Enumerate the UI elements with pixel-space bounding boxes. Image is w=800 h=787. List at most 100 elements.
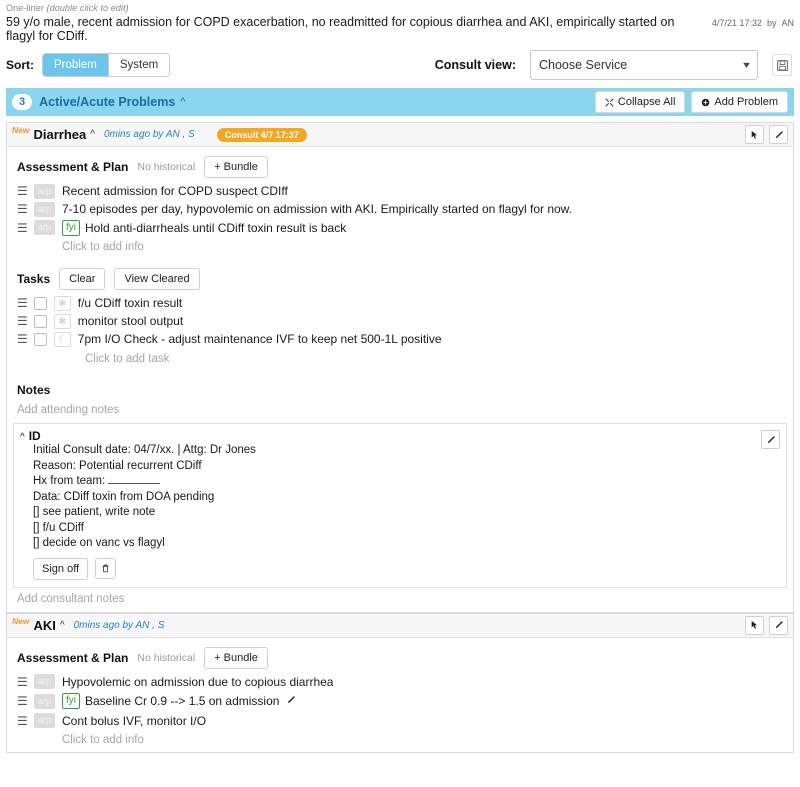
assessment-item-text[interactable]: Baseline Cr 0.9 --> 1.5 on admission xyxy=(85,694,279,708)
chevron-up-icon[interactable]: ^ xyxy=(180,96,185,108)
problem-header[interactable]: New AKI ^ 0mins ago by AN , S xyxy=(7,613,793,638)
add-bundle-button[interactable]: + Bundle xyxy=(204,156,268,178)
tasks-block: Tasks Clear View Cleared ☰ ✻ f/u CDiff t… xyxy=(7,259,793,370)
drag-handle-icon[interactable]: ☰ xyxy=(17,222,28,234)
drag-handle-icon[interactable]: ☰ xyxy=(17,185,28,197)
pointer-tool-button[interactable] xyxy=(745,125,764,144)
chevron-down-icon: ▾ xyxy=(743,59,750,71)
cursor-arrow-icon xyxy=(751,130,757,139)
problem-title: Diarrhea xyxy=(33,127,87,142)
assessment-item-text[interactable]: Recent admission for COPD suspect CDIff xyxy=(62,184,288,198)
add-info-hint[interactable]: Click to add info xyxy=(7,730,793,750)
task-text[interactable]: f/u CDiff toxin result xyxy=(78,296,182,310)
assessment-plan-title: Assessment & Plan xyxy=(17,650,129,665)
edit-problem-button[interactable] xyxy=(769,615,788,635)
one-liner-section: One-liner (double click to edit) 59 y/o … xyxy=(0,0,800,46)
view-cleared-button[interactable]: View Cleared xyxy=(114,268,200,290)
clear-tasks-button[interactable]: Clear xyxy=(59,268,106,290)
collapse-all-button[interactable]: Collapse All xyxy=(594,91,686,113)
consult-badge: Consult 4/7 17:37 xyxy=(216,127,307,142)
consult-service-select[interactable]: Choose Service ▾ xyxy=(530,50,758,80)
sun-icon: ✻ xyxy=(53,295,71,311)
assessment-item[interactable]: ☰ a/p fyi Hold anti-diarrheals until CDi… xyxy=(7,218,793,237)
drag-handle-icon[interactable]: ☰ xyxy=(17,203,28,215)
one-liner-row[interactable]: 59 y/o male, recent admission for COPD e… xyxy=(6,15,794,46)
add-attending-notes-hint[interactable]: Add attending notes xyxy=(7,399,793,421)
chevron-up-icon[interactable]: ^ xyxy=(60,620,65,631)
one-liner-label: One-liner (double click to edit) xyxy=(6,3,794,13)
edit-problem-button[interactable] xyxy=(769,125,788,144)
one-liner-by-label: by xyxy=(766,18,777,28)
ap-badge: a/p xyxy=(33,674,55,689)
drag-handle-icon[interactable]: ☰ xyxy=(17,297,28,309)
add-consultant-notes-hint[interactable]: Add consultant notes xyxy=(7,588,793,610)
drag-handle-icon[interactable]: ☰ xyxy=(17,333,28,345)
assessment-item[interactable]: ☰ a/p 7-10 episodes per day, hypovolemic… xyxy=(7,200,793,218)
task-text[interactable]: 7pm I/O Check - adjust maintenance IVF t… xyxy=(78,332,442,346)
edit-assessment-item-button[interactable] xyxy=(286,692,296,710)
add-bundle-button[interactable]: + Bundle xyxy=(204,646,268,669)
one-liner-text[interactable]: 59 y/o male, recent admission for COPD e… xyxy=(6,15,707,43)
drag-handle-icon[interactable]: ☰ xyxy=(17,695,28,707)
sun-icon: ✻ xyxy=(53,313,71,329)
assessment-item[interactable]: ☰ a/p Cont bolus IVF, monitor I/O xyxy=(7,712,793,730)
problem-meta: 0mins ago by AN , S xyxy=(73,619,165,631)
save-consult-button[interactable] xyxy=(772,54,792,76)
add-task-hint[interactable]: Click to add task xyxy=(7,348,793,368)
no-historical-label: No historical xyxy=(137,161,196,173)
add-info-hint[interactable]: Click to add info xyxy=(7,237,793,257)
tasks-header: Tasks Clear View Cleared xyxy=(7,266,793,294)
ap-badge: a/p xyxy=(33,713,55,728)
one-liner-timestamp: 4/7/21 17:32 xyxy=(711,18,762,28)
one-liner-label-text: One-liner xyxy=(6,3,47,13)
edit-note-button[interactable] xyxy=(761,430,780,449)
assessment-item[interactable]: ☰ a/p fyi Baseline Cr 0.9 --> 1.5 on adm… xyxy=(7,691,793,712)
drag-handle-icon[interactable]: ☰ xyxy=(17,315,28,327)
task-row[interactable]: ☰ ✻ f/u CDiff toxin result xyxy=(7,294,793,312)
note-line: [] f/u CDiff xyxy=(33,521,84,534)
blank-fill-line xyxy=(108,474,161,484)
assessment-plan-block: Assessment & Plan No historical + Bundle… xyxy=(7,638,793,752)
drag-handle-icon[interactable]: ☰ xyxy=(17,715,28,727)
sort-option-problem[interactable]: Problem xyxy=(43,54,109,76)
assessment-item-text[interactable]: Hold anti-diarrheals until CDiff toxin r… xyxy=(85,221,346,235)
collapse-arrows-icon xyxy=(605,97,614,107)
note-line: Initial Consult date: 04/7/xx. | Attg: D… xyxy=(33,444,256,456)
problem-title: AKI xyxy=(33,617,56,633)
problem-count-badge: 3 xyxy=(12,94,33,110)
note-card-title-row[interactable]: ^ ID xyxy=(20,429,780,443)
task-checkbox[interactable] xyxy=(33,296,47,310)
assessment-item[interactable]: ☰ a/p Hypovolemic on admission due to co… xyxy=(7,673,793,691)
task-checkbox[interactable] xyxy=(33,332,47,346)
sort-option-system[interactable]: System xyxy=(108,54,170,76)
assessment-plan-block: Assessment & Plan No historical + Bundle… xyxy=(7,147,793,259)
task-checkbox[interactable] xyxy=(33,314,47,328)
pencil-icon xyxy=(775,130,783,138)
assessment-item-text[interactable]: Cont bolus IVF, monitor I/O xyxy=(62,714,206,728)
ap-badge: a/p xyxy=(33,693,55,709)
ap-badge: a/p xyxy=(33,183,55,199)
new-badge: New xyxy=(12,125,30,135)
drag-handle-icon[interactable]: ☰ xyxy=(17,676,28,688)
assessment-item-text[interactable]: Hypovolemic on admission due to copious … xyxy=(62,675,333,689)
task-row[interactable]: ☰ ✻ monitor stool output xyxy=(7,312,793,330)
cursor-arrow-icon xyxy=(751,620,757,629)
assessment-item[interactable]: ☰ a/p Recent admission for COPD suspect … xyxy=(7,182,793,200)
note-line: Reason: Potential recurrent CDiff xyxy=(33,459,202,472)
assessment-item-text[interactable]: 7-10 episodes per day, hypovolemic on ad… xyxy=(62,202,572,216)
chevron-up-icon[interactable]: ^ xyxy=(90,129,95,140)
sign-off-button[interactable]: Sign off xyxy=(33,557,89,580)
chevron-up-icon[interactable]: ^ xyxy=(20,432,25,443)
task-text[interactable]: monitor stool output xyxy=(78,314,183,328)
one-liner-author: AN xyxy=(781,18,794,28)
problem-header[interactable]: New Diarrhea ^ 0mins ago by AN , S Consu… xyxy=(7,123,793,147)
sort-toggle-group[interactable]: Problem System xyxy=(42,53,171,77)
toolbar: Sort: Problem System Consult view: Choos… xyxy=(0,46,800,88)
delete-note-button[interactable] xyxy=(95,558,117,579)
trash-icon xyxy=(102,564,109,573)
pointer-tool-button[interactable] xyxy=(745,615,764,635)
add-problem-button[interactable]: Add Problem xyxy=(691,91,788,113)
task-row[interactable]: ☰ ☾ 7pm I/O Check - adjust maintenance I… xyxy=(7,330,793,348)
one-liner-hint: (double click to edit) xyxy=(46,3,129,13)
pencil-icon xyxy=(767,435,775,443)
